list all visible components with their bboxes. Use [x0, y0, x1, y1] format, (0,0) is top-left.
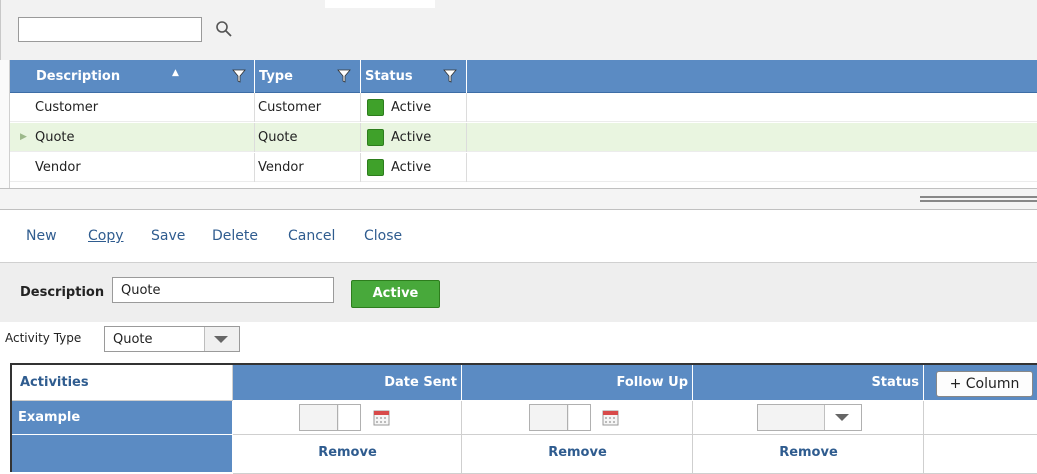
date-sent-cell	[233, 401, 462, 435]
status-active-icon	[367, 159, 384, 176]
search-input[interactable]	[18, 17, 202, 42]
sort-ascending-icon: ▲	[172, 68, 179, 78]
remove-status-link[interactable]: Remove	[693, 435, 924, 471]
splitter-grip-icon[interactable]	[920, 196, 1037, 202]
new-button[interactable]: New	[26, 228, 57, 244]
status-active-icon	[367, 129, 384, 146]
delete-button[interactable]: Delete	[212, 228, 258, 244]
toolbar: New Copy Save Delete Cancel Close	[0, 210, 1037, 260]
remove-follow-up-link[interactable]: Remove	[462, 435, 693, 471]
column-header-label: Type	[259, 69, 293, 84]
cell-description: Customer	[32, 93, 255, 122]
add-column-button[interactable]: + Column	[936, 371, 1033, 397]
remove-date-sent-link[interactable]: Remove	[233, 435, 462, 471]
calendar-icon[interactable]	[602, 409, 619, 426]
empty-cell	[924, 401, 1037, 435]
follow-up-input[interactable]	[529, 404, 591, 431]
cell-status: Active	[361, 93, 467, 122]
tab-gap	[325, 0, 435, 8]
activities-label: Activities	[20, 375, 89, 390]
table-row[interactable]: ▶ Quote Quote Active	[10, 123, 1037, 152]
cell-type: Customer	[255, 93, 361, 122]
active-toggle-button[interactable]: Active	[351, 280, 440, 308]
calendar-icon[interactable]	[373, 409, 390, 426]
grid-row-indicator-column	[0, 60, 10, 190]
cancel-button[interactable]: Cancel	[288, 228, 335, 244]
current-row-icon: ▶	[20, 132, 27, 142]
status-label: Active	[391, 130, 432, 145]
column-header-status[interactable]: Status	[693, 365, 924, 401]
column-header-status[interactable]: Status	[361, 60, 467, 93]
column-header-description[interactable]: Description ▲	[32, 60, 255, 93]
date-sent-input[interactable]	[299, 404, 361, 431]
example-row-header: Example	[12, 401, 233, 435]
activities-header-cell: Activities	[12, 365, 233, 401]
save-button[interactable]: Save	[151, 228, 185, 244]
filter-icon[interactable]	[443, 69, 457, 83]
example-label: Example	[18, 410, 81, 425]
column-header-label: Status	[365, 69, 413, 84]
remove-row-header	[12, 435, 233, 474]
close-button[interactable]: Close	[364, 228, 402, 244]
search-icon[interactable]	[215, 20, 233, 38]
status-label: Active	[391, 100, 432, 115]
column-header-type[interactable]: Type	[255, 60, 361, 93]
grid-header: Description ▲ Type Status	[10, 60, 1037, 93]
activities-table: Activities Date Sent Follow Up Status Ex…	[10, 363, 1037, 474]
column-header-follow-up[interactable]: Follow Up	[462, 365, 693, 401]
column-header-date-sent[interactable]: Date Sent	[233, 365, 462, 401]
status-select[interactable]	[757, 404, 862, 431]
copy-button[interactable]: Copy	[88, 228, 124, 244]
grid-body: Customer Customer Active ▶ Quote Quote A…	[10, 93, 1037, 188]
activity-type-value: Quote	[113, 332, 153, 347]
filter-icon[interactable]	[337, 69, 351, 83]
cell-type: Vendor	[255, 153, 361, 182]
description-field[interactable]	[112, 277, 334, 303]
description-label: Description	[20, 285, 105, 300]
chevron-down-icon	[214, 336, 228, 343]
activity-type-label: Activity Type	[5, 331, 82, 345]
chevron-down-icon	[835, 414, 849, 421]
cell-status: Active	[361, 123, 467, 152]
column-header-label: Description	[36, 69, 121, 84]
splitter[interactable]	[0, 188, 1037, 210]
follow-up-cell	[462, 401, 693, 435]
table-row[interactable]: Customer Customer Active	[10, 93, 1037, 122]
table-row[interactable]: Vendor Vendor Active	[10, 153, 1037, 182]
filter-icon[interactable]	[232, 69, 246, 83]
cell-description: Quote	[32, 123, 255, 152]
status-cell	[693, 401, 924, 435]
status-label: Active	[391, 160, 432, 175]
cell-type: Quote	[255, 123, 361, 152]
cell-description: Vendor	[32, 153, 255, 182]
cell-status: Active	[361, 153, 467, 182]
status-active-icon	[367, 99, 384, 116]
